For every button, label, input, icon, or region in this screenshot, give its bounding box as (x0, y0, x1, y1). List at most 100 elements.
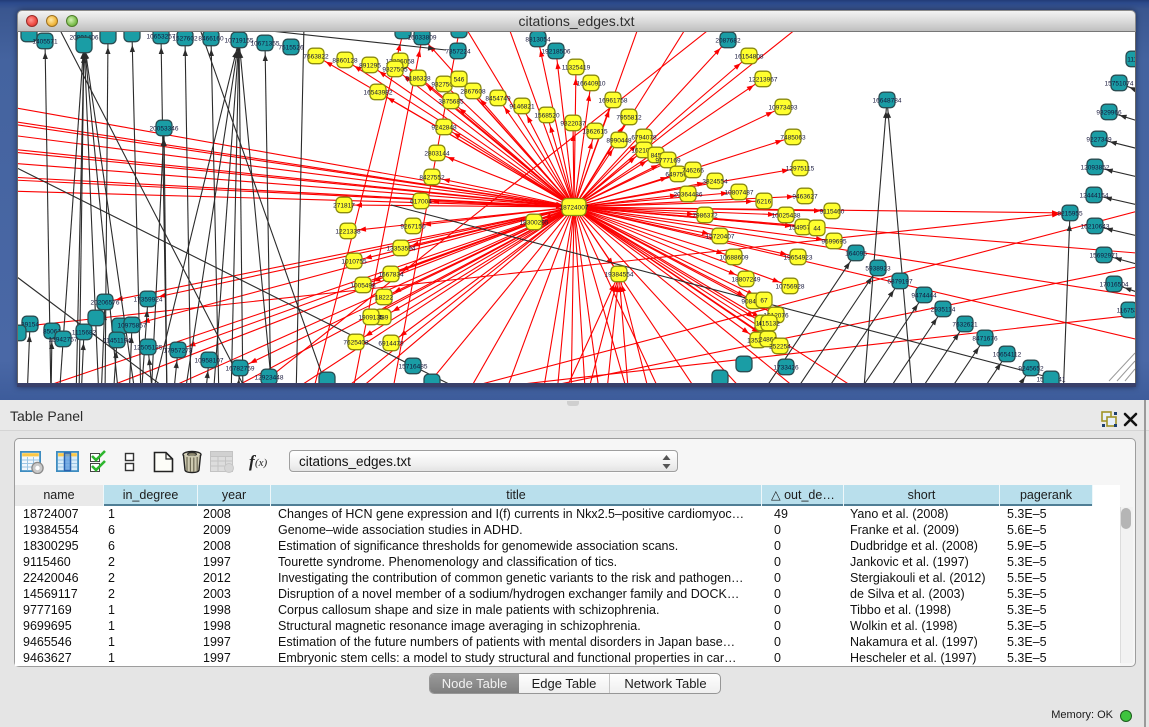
svg-text:1115682: 1115682 (72, 330, 97, 337)
svg-text:546: 546 (454, 77, 465, 84)
svg-text:9329966: 9329966 (1096, 110, 1122, 117)
svg-text:18222: 18222 (375, 295, 393, 302)
svg-text:1117: 1117 (1127, 57, 1136, 64)
svg-text:10654112: 10654112 (993, 352, 1022, 359)
svg-text:9227349: 9227349 (1086, 137, 1112, 144)
svg-text:1005498: 1005498 (350, 283, 376, 290)
svg-text:9242848: 9242848 (431, 125, 457, 132)
svg-text:10688609: 10688609 (720, 255, 749, 262)
svg-text:16543982: 16543982 (364, 90, 393, 97)
svg-text:3824554: 3824554 (702, 179, 728, 186)
svg-text:67: 67 (760, 298, 768, 305)
svg-text:15720407: 15720407 (706, 234, 735, 241)
svg-text:5938923: 5938923 (865, 266, 891, 273)
svg-text:2867608: 2867608 (460, 89, 486, 96)
svg-text:16154808: 16154808 (735, 54, 764, 61)
svg-text:6794078: 6794078 (631, 135, 657, 142)
svg-text:6879197: 6879197 (887, 279, 913, 286)
svg-text:19654923: 19654923 (784, 255, 813, 262)
svg-text:10025438: 10025438 (772, 213, 801, 220)
svg-text:7357224: 7357224 (445, 49, 471, 56)
svg-text:6914479: 6914479 (378, 341, 404, 348)
svg-text:7955812: 7955812 (616, 115, 642, 122)
svg-text:15751074: 15751074 (1105, 81, 1134, 88)
svg-text:12923448: 12923448 (255, 375, 284, 382)
svg-text:20206576: 20206576 (91, 300, 120, 307)
svg-text:6216: 6216 (757, 199, 772, 206)
svg-text:1733426: 1733426 (773, 365, 799, 372)
svg-text:9146821: 9146821 (509, 104, 535, 111)
svg-text:7663822: 7663822 (303, 54, 329, 61)
svg-text:10671355: 10671355 (251, 41, 280, 48)
svg-text:16782759: 16782759 (226, 366, 255, 373)
svg-text:617004: 617004 (410, 199, 432, 206)
svg-text:9267150: 9267150 (400, 224, 426, 231)
svg-text:15692971: 15692971 (1090, 253, 1119, 260)
svg-text:19218506: 19218506 (542, 49, 571, 56)
svg-text:8186328: 8186328 (405, 76, 431, 83)
svg-text:7485063: 7485063 (780, 135, 806, 142)
svg-text:11325419: 11325419 (562, 65, 591, 72)
svg-text:8466160: 8466160 (198, 36, 224, 43)
svg-text:17016504: 17016504 (1100, 282, 1129, 289)
svg-text:746266: 746266 (682, 168, 704, 175)
svg-text:1362615: 1362615 (582, 129, 608, 136)
svg-text:415132: 415132 (758, 321, 780, 328)
svg-text:16961758: 16961758 (599, 98, 628, 105)
svg-text:271817: 271817 (333, 203, 355, 210)
svg-text:(x): (x) (255, 457, 268, 469)
svg-text:19384554: 19384554 (605, 272, 634, 279)
svg-text:1405571: 1405571 (32, 39, 58, 46)
svg-text:10756928: 10756928 (776, 284, 805, 291)
svg-text:1568520: 1568520 (534, 113, 560, 120)
svg-text:1909135: 1909135 (358, 315, 384, 322)
svg-text:16648784: 16648784 (873, 98, 902, 105)
svg-text:17359924: 17359924 (134, 297, 163, 304)
svg-text:7625402: 7625402 (343, 340, 369, 347)
svg-text:12093852: 12093852 (1081, 165, 1110, 172)
svg-text:10807487: 10807487 (725, 190, 754, 197)
svg-text:164095: 164095 (845, 251, 867, 258)
svg-text:1527602: 1527602 (172, 36, 198, 43)
svg-text:7515526: 7515526 (278, 45, 304, 52)
svg-text:8427552: 8427552 (419, 175, 445, 182)
svg-text:9322037: 9322037 (560, 121, 586, 128)
svg-text:7986372: 7986372 (692, 213, 718, 220)
svg-text:7632621: 7632621 (952, 322, 978, 329)
svg-text:9245652: 9245652 (1018, 366, 1044, 373)
svg-text:8471676: 8471676 (972, 336, 998, 343)
svg-text:12942757: 12942757 (49, 337, 78, 344)
svg-text:44: 44 (813, 226, 821, 233)
svg-text:2935114: 2935114 (931, 307, 956, 314)
svg-text:15716485: 15716485 (399, 364, 428, 371)
svg-text:20364486: 20364486 (674, 192, 703, 199)
svg-text:10719155: 10719155 (225, 38, 254, 45)
svg-text:1221338: 1221338 (335, 229, 361, 236)
svg-text:9327505: 9327505 (382, 67, 408, 74)
svg-text:12213967: 12213967 (749, 77, 778, 84)
svg-text:18724007: 18724007 (560, 205, 589, 212)
svg-text:9463627: 9463627 (792, 194, 818, 201)
svg-text:13353594: 13353594 (387, 246, 416, 253)
svg-text:18300295: 18300295 (520, 220, 549, 227)
svg-text:8860128: 8860128 (332, 58, 358, 65)
svg-text:1667834: 1667834 (378, 272, 404, 279)
svg-text:16033809: 16033809 (408, 35, 437, 42)
svg-text:9115460: 9115460 (820, 209, 845, 216)
svg-text:8990448: 8990448 (606, 138, 632, 145)
svg-text:16640910: 16640910 (577, 81, 606, 88)
svg-text:20053346: 20053346 (150, 126, 179, 133)
svg-text:2803144: 2803144 (424, 151, 450, 158)
svg-text:8813054: 8813054 (525, 37, 551, 44)
svg-text:8454749: 8454749 (485, 96, 511, 103)
svg-text:12505135: 12505135 (134, 345, 163, 352)
svg-text:3875685: 3875685 (438, 99, 464, 106)
svg-text:10973493: 10973493 (769, 105, 798, 112)
svg-text:8215955: 8215955 (1057, 211, 1083, 218)
svg-text:12975115: 12975115 (786, 166, 815, 173)
svg-text:10958107: 10958107 (195, 358, 224, 365)
svg-text:252254: 252254 (769, 344, 791, 351)
svg-text:9699695: 9699695 (821, 239, 847, 246)
svg-text:2087682: 2087682 (715, 38, 741, 45)
svg-text:9777169: 9777169 (655, 158, 681, 165)
